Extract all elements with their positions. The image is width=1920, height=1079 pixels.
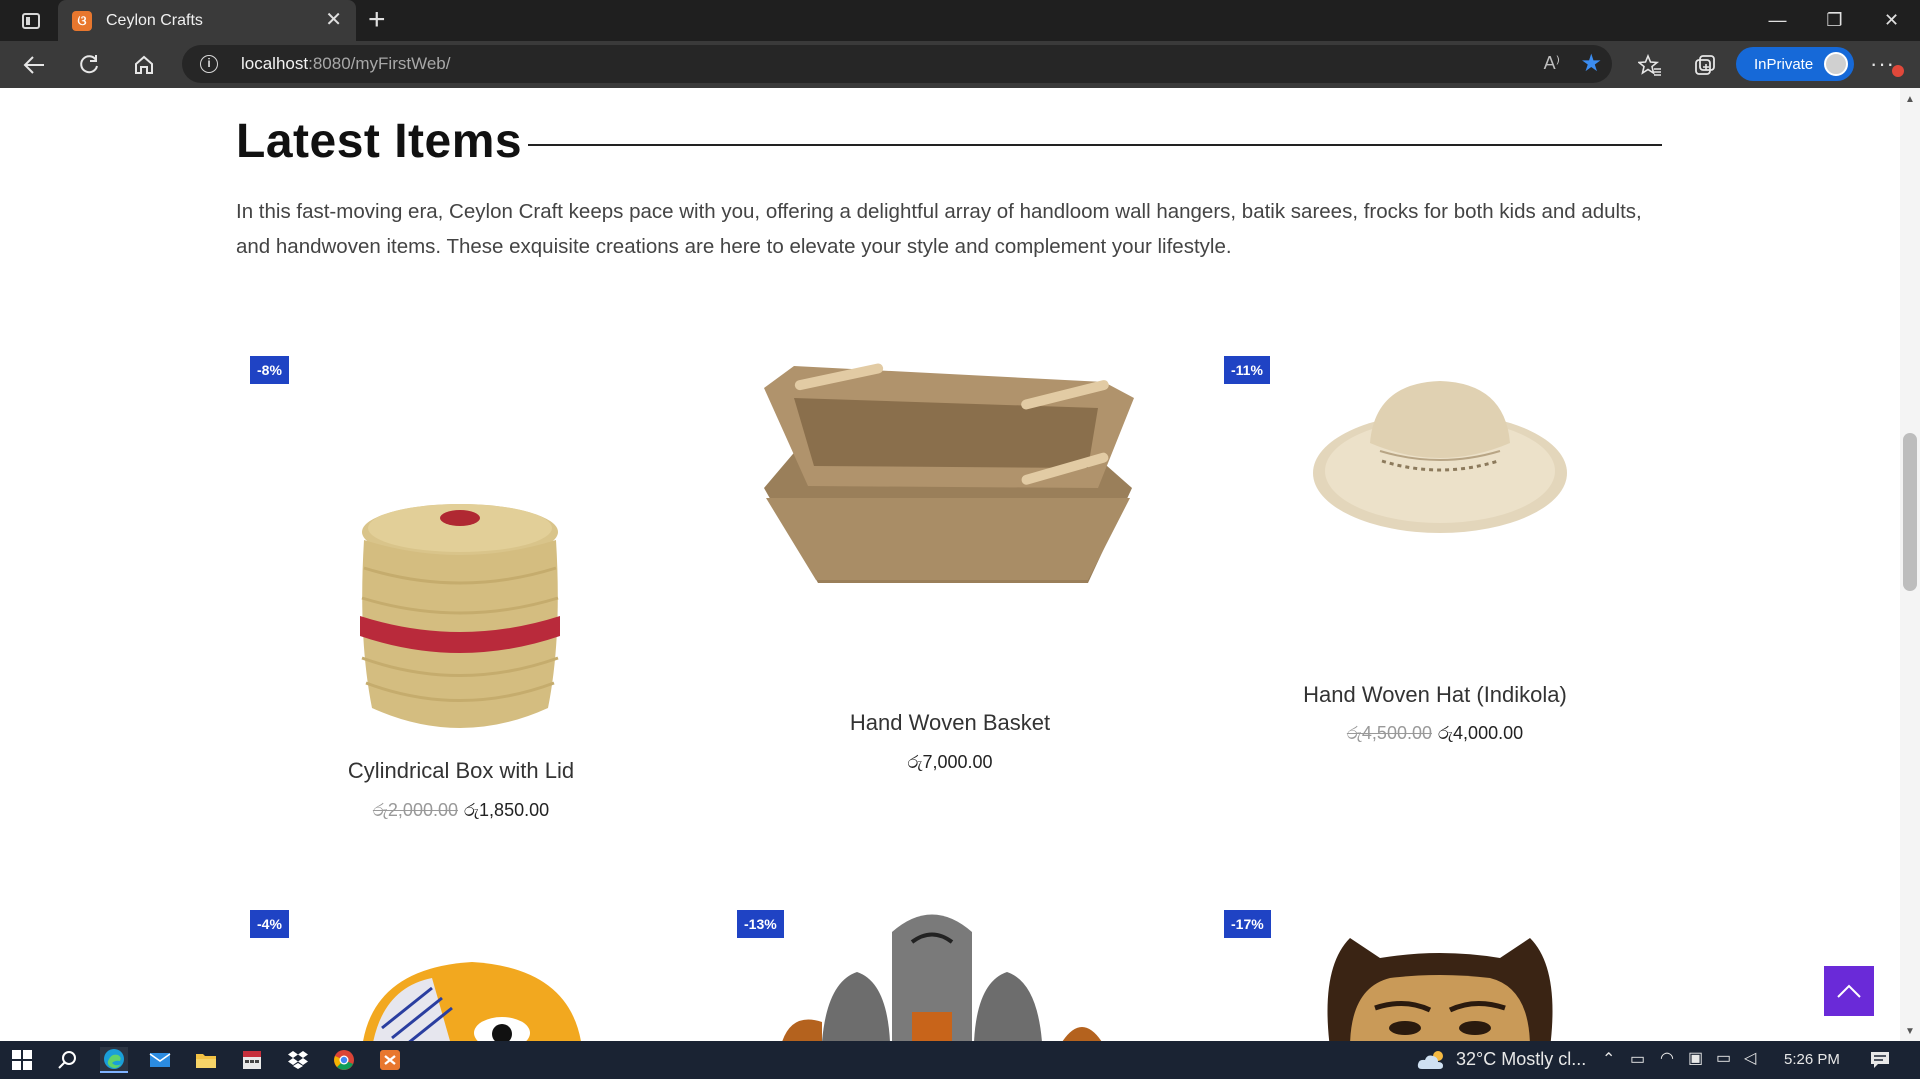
product-price: රු7,000.00: [700, 752, 1200, 773]
product-price: රු2,000.00 රු1,850.00: [211, 800, 711, 821]
scroll-to-top-button[interactable]: [1824, 966, 1874, 1016]
collections-icon[interactable]: [1689, 49, 1721, 81]
restore-button[interactable]: ❐: [1806, 0, 1863, 41]
product-image-cobra-mask[interactable]: [762, 902, 1122, 1041]
refresh-icon[interactable]: [73, 49, 105, 81]
discount-badge: -11%: [1224, 356, 1270, 384]
read-aloud-icon[interactable]: A⁾: [1544, 53, 1560, 74]
windows-start-icon[interactable]: [8, 1047, 36, 1073]
product-image-cylindrical-box[interactable]: [350, 498, 570, 748]
browser-tab-bar: ଓ Ceylon Crafts ✕ + — ❐ ✕: [0, 0, 1920, 41]
xampp-favicon-icon: ଓ: [72, 10, 92, 31]
more-icon[interactable]: ···: [1870, 51, 1904, 77]
weather-text[interactable]: 32°C Mostly cl...: [1456, 1049, 1586, 1070]
section-description: In this fast-moving era, Ceylon Craft ke…: [236, 200, 1642, 258]
edge-icon[interactable]: [100, 1047, 128, 1073]
notification-icon[interactable]: [1866, 1047, 1894, 1073]
scroll-to-top-icon: [1837, 984, 1861, 998]
tab-title: Ceylon Crafts: [106, 11, 203, 29]
scroll-up-icon[interactable]: ▲: [1905, 94, 1915, 105]
tab-actions-icon[interactable]: [14, 8, 48, 34]
notification-dot: [1892, 65, 1904, 77]
product-image-wooden-mask[interactable]: [1320, 928, 1560, 1041]
address-bar[interactable]: i localhost:8080/myFirstWeb/ A⁾ ★: [182, 45, 1612, 83]
product-image-mask-yellow[interactable]: [362, 958, 582, 1041]
windows-taskbar: 32°C Mostly cl... ⌃ ▭ ◠ ▣ ▭ ◁ 5:26 PM: [0, 1041, 1920, 1079]
product-name[interactable]: Hand Woven Basket: [700, 710, 1200, 736]
battery-icon[interactable]: ▭: [1716, 1048, 1731, 1068]
section-title: Latest Items: [236, 115, 523, 168]
product-price: රු4,500.00 රු4,000.00: [1185, 723, 1685, 744]
inprivate-button[interactable]: InPrivate: [1736, 47, 1854, 81]
home-icon[interactable]: [128, 49, 160, 81]
file-explorer-icon[interactable]: [192, 1047, 220, 1073]
window-controls: — ❐ ✕: [1749, 0, 1920, 41]
discount-badge: -17%: [1224, 910, 1271, 938]
product-image-hand-woven-hat[interactable]: [1310, 373, 1570, 543]
show-hidden-icons-icon[interactable]: ⌃: [1602, 1049, 1615, 1069]
product-image-hand-woven-basket[interactable]: [758, 338, 1138, 588]
search-icon[interactable]: [54, 1047, 82, 1073]
discount-badge: -4%: [250, 910, 289, 938]
back-icon[interactable]: [18, 49, 50, 81]
current-price: රු7,000.00: [907, 752, 993, 772]
meet-now-icon[interactable]: ▭: [1630, 1049, 1645, 1069]
title-divider: [528, 144, 1662, 146]
browser-toolbar: i localhost:8080/myFirstWeb/ A⁾ ★ InPriv…: [0, 41, 1920, 88]
old-price: රු2,000.00: [372, 800, 458, 820]
calculator-icon[interactable]: [238, 1047, 266, 1073]
url-text[interactable]: localhost:8080/myFirstWeb/: [241, 54, 450, 74]
xampp-icon[interactable]: [376, 1047, 404, 1073]
current-price: රු4,000.00: [1438, 723, 1524, 743]
scroll-down-icon[interactable]: ▼: [1905, 1026, 1915, 1037]
network-icon[interactable]: ◠: [1660, 1048, 1674, 1068]
display-icon[interactable]: ▣: [1688, 1048, 1703, 1068]
page-content: Latest Items In this fast-moving era, Ce…: [0, 88, 1900, 1041]
scrollbar-thumb[interactable]: [1903, 433, 1917, 591]
chrome-icon[interactable]: [330, 1047, 358, 1073]
old-price: රු4,500.00: [1346, 723, 1432, 743]
volume-icon[interactable]: ◁: [1744, 1048, 1756, 1068]
favorites-icon[interactable]: [1634, 49, 1666, 81]
profile-avatar: [1824, 52, 1848, 76]
favorite-star-icon[interactable]: ★: [1580, 49, 1602, 78]
mail-icon[interactable]: [146, 1047, 174, 1073]
browser-tab[interactable]: ଓ Ceylon Crafts ✕: [58, 0, 356, 41]
current-price: රු1,850.00: [464, 800, 550, 820]
cloud-icon[interactable]: [1414, 1047, 1450, 1073]
minimize-button[interactable]: —: [1749, 0, 1806, 41]
close-window-button[interactable]: ✕: [1863, 0, 1920, 41]
info-icon[interactable]: i: [200, 55, 218, 73]
product-name[interactable]: Cylindrical Box with Lid: [211, 758, 711, 784]
dropbox-icon[interactable]: [284, 1047, 312, 1073]
tab-close-icon[interactable]: ✕: [325, 10, 342, 30]
clock-time[interactable]: 5:26 PM: [1784, 1051, 1840, 1068]
new-tab-button[interactable]: +: [368, 5, 386, 35]
discount-badge: -8%: [250, 356, 289, 384]
page-scrollbar[interactable]: ▲ ▼: [1900, 88, 1920, 1041]
product-name[interactable]: Hand Woven Hat (Indikola): [1185, 682, 1685, 708]
